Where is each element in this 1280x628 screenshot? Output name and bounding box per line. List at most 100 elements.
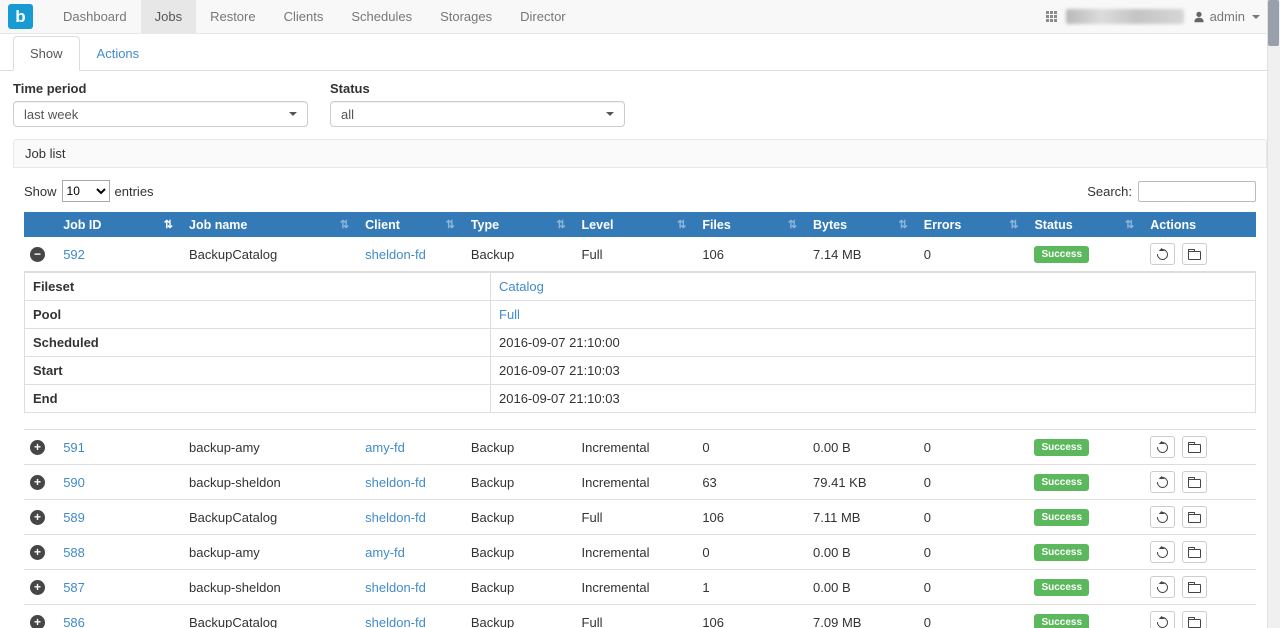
entries-select[interactable]: 10 xyxy=(62,180,110,202)
status-badge: Success xyxy=(1034,246,1089,263)
rerun-icon xyxy=(1155,439,1170,454)
type-cell: Backup xyxy=(463,465,574,500)
top-navbar: b DashboardJobsRestoreClientsSchedulesSt… xyxy=(0,0,1280,34)
job-id-link[interactable]: 588 xyxy=(63,545,85,560)
job-name-cell: BackupCatalog xyxy=(181,237,357,272)
job-files-button[interactable] xyxy=(1182,436,1207,458)
tab-show[interactable]: Show xyxy=(13,36,80,71)
hostname-blurred xyxy=(1066,9,1184,24)
nav-item-restore[interactable]: Restore xyxy=(196,0,270,33)
user-icon xyxy=(1193,11,1205,23)
column-header-files[interactable]: Files⇅ xyxy=(694,212,805,237)
time-period-select[interactable]: last week xyxy=(13,101,308,127)
column-header-level[interactable]: Level⇅ xyxy=(574,212,695,237)
sort-icon: ⇅ xyxy=(340,218,349,231)
bytes-cell: 7.14 MB xyxy=(805,237,916,272)
user-menu[interactable]: admin xyxy=(1193,9,1260,24)
errors-cell: 0 xyxy=(916,237,1027,272)
search-input[interactable] xyxy=(1138,181,1256,202)
detail-value: 2016-09-07 21:10:03 xyxy=(491,357,1256,385)
nav-item-schedules[interactable]: Schedules xyxy=(337,0,426,33)
job-files-button[interactable] xyxy=(1182,243,1207,265)
rerun-job-button[interactable] xyxy=(1150,576,1175,598)
entries-suffix-label: entries xyxy=(115,184,154,199)
rerun-job-button[interactable] xyxy=(1150,506,1175,528)
expand-toggle-icon[interactable]: + xyxy=(30,545,45,560)
expand-toggle-icon[interactable]: + xyxy=(30,510,45,525)
scrollbar-thumb[interactable] xyxy=(1268,0,1279,46)
detail-value-link[interactable]: Full xyxy=(499,307,520,322)
entries-show-label: Show xyxy=(24,184,57,199)
status-badge: Success xyxy=(1034,579,1089,596)
column-header-client[interactable]: Client⇅ xyxy=(357,212,463,237)
detail-value: Full xyxy=(491,301,1256,329)
table-row: + 588 backup-amy amy-fd Backup Increment… xyxy=(24,535,1256,570)
job-id-link[interactable]: 589 xyxy=(63,510,85,525)
job-name-cell: backup-amy xyxy=(181,430,357,465)
job-files-button[interactable] xyxy=(1182,471,1207,493)
job-id-link[interactable]: 592 xyxy=(63,247,85,262)
nav-item-jobs[interactable]: Jobs xyxy=(141,0,196,33)
nav-items: DashboardJobsRestoreClientsSchedulesStor… xyxy=(49,0,580,33)
expand-toggle-icon[interactable]: + xyxy=(30,440,45,455)
job-files-button[interactable] xyxy=(1182,506,1207,528)
job-id-link[interactable]: 591 xyxy=(63,440,85,455)
caret-down-icon xyxy=(289,112,297,116)
expand-toggle-icon[interactable]: + xyxy=(30,580,45,595)
grid-menu-icon[interactable] xyxy=(1046,11,1057,22)
sort-icon: ⇅ xyxy=(677,218,686,231)
panel-body: Show 10 entries Search: Job ID⇅ xyxy=(13,168,1267,628)
detail-label: Scheduled xyxy=(25,329,491,357)
folder-icon xyxy=(1188,251,1201,260)
nav-item-director[interactable]: Director xyxy=(506,0,580,33)
tab-actions[interactable]: Actions xyxy=(80,36,157,71)
folder-icon xyxy=(1188,584,1201,593)
client-link[interactable]: amy-fd xyxy=(365,545,405,560)
nav-item-clients[interactable]: Clients xyxy=(270,0,338,33)
job-id-link[interactable]: 587 xyxy=(63,580,85,595)
status-select[interactable]: all xyxy=(330,101,625,127)
client-link[interactable]: sheldon-fd xyxy=(365,247,426,262)
column-header-job-name[interactable]: Job name⇅ xyxy=(181,212,357,237)
level-cell: Incremental xyxy=(574,570,695,605)
rerun-job-button[interactable] xyxy=(1150,436,1175,458)
column-header-errors[interactable]: Errors⇅ xyxy=(916,212,1027,237)
errors-cell: 0 xyxy=(916,500,1027,535)
job-id-link[interactable]: 590 xyxy=(63,475,85,490)
job-files-button[interactable] xyxy=(1182,541,1207,563)
job-files-button[interactable] xyxy=(1182,611,1207,628)
column-header-status[interactable]: Status⇅ xyxy=(1026,212,1142,237)
expand-toggle-icon[interactable]: + xyxy=(30,475,45,490)
column-header-bytes[interactable]: Bytes⇅ xyxy=(805,212,916,237)
job-name-cell: BackupCatalog xyxy=(181,500,357,535)
nav-item-dashboard[interactable]: Dashboard xyxy=(49,0,141,33)
rerun-job-button[interactable] xyxy=(1150,611,1175,628)
detail-row: FilesetCatalog xyxy=(25,273,1256,301)
column-header-job-id[interactable]: Job ID⇅ xyxy=(55,212,181,237)
status-badge: Success xyxy=(1034,614,1089,628)
job-name-cell: backup-amy xyxy=(181,535,357,570)
detail-value: 2016-09-07 21:10:00 xyxy=(491,329,1256,357)
job-files-button[interactable] xyxy=(1182,576,1207,598)
sort-icon: ⇅ xyxy=(164,218,173,231)
rerun-job-button[interactable] xyxy=(1150,243,1175,265)
client-link[interactable]: amy-fd xyxy=(365,440,405,455)
client-link[interactable]: sheldon-fd xyxy=(365,580,426,595)
job-id-link[interactable]: 586 xyxy=(63,615,85,628)
bytes-cell: 0.00 B xyxy=(805,535,916,570)
expand-toggle-icon[interactable]: + xyxy=(30,615,45,628)
client-link[interactable]: sheldon-fd xyxy=(365,615,426,628)
type-cell: Backup xyxy=(463,500,574,535)
page-scrollbar[interactable] xyxy=(1267,0,1280,628)
rerun-job-button[interactable] xyxy=(1150,471,1175,493)
client-link[interactable]: sheldon-fd xyxy=(365,475,426,490)
errors-cell: 0 xyxy=(916,570,1027,605)
column-header-type[interactable]: Type⇅ xyxy=(463,212,574,237)
detail-value-link[interactable]: Catalog xyxy=(499,279,544,294)
rerun-job-button[interactable] xyxy=(1150,541,1175,563)
client-link[interactable]: sheldon-fd xyxy=(365,510,426,525)
detail-row: Scheduled2016-09-07 21:10:00 xyxy=(25,329,1256,357)
nav-item-storages[interactable]: Storages xyxy=(426,0,506,33)
bytes-cell: 7.11 MB xyxy=(805,500,916,535)
expand-toggle-icon[interactable]: − xyxy=(30,247,45,262)
